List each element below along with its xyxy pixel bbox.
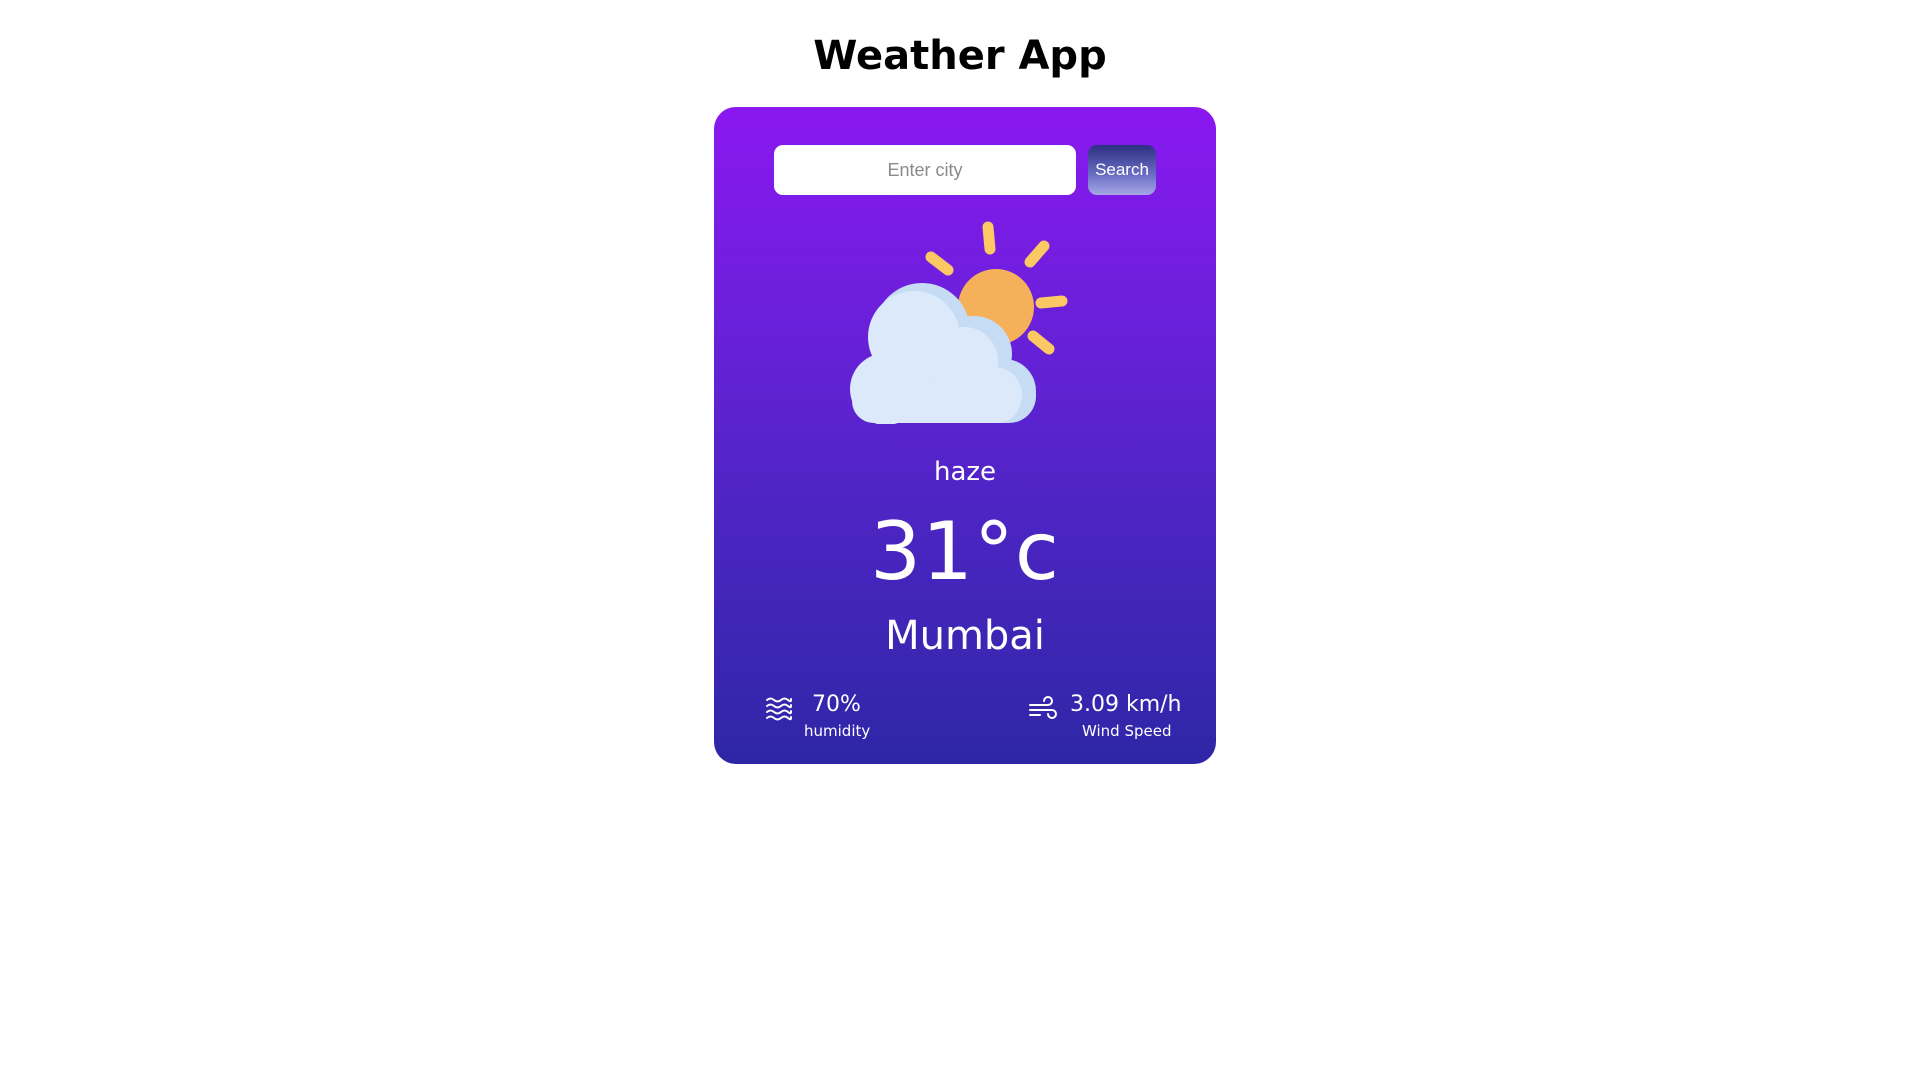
humidity-detail: 70% humidity [764,687,944,747]
humidity-label: humidity [804,722,871,740]
temperature-value: 31°c [870,505,1060,598]
page-title: Weather App [813,33,1107,79]
humidity-waves-icon [766,697,793,721]
weather-card: Search haze 31°c Mumbai [714,107,1216,764]
search-bar: Search [774,145,1156,195]
wind-icon [1029,696,1057,719]
city-search-input[interactable] [774,145,1076,195]
city-name: Mumbai [885,613,1045,659]
weather-condition: haze [933,457,997,487]
cloud-sun-icon [850,221,1068,424]
search-button[interactable]: Search [1088,145,1156,195]
humidity-value: 70% [812,692,861,717]
wind-speed-label: Wind Speed [1082,722,1172,740]
wind-detail: 3.09 km/h Wind Speed [1004,687,1184,747]
wind-speed-value: 3.09 km/h [1070,692,1182,717]
